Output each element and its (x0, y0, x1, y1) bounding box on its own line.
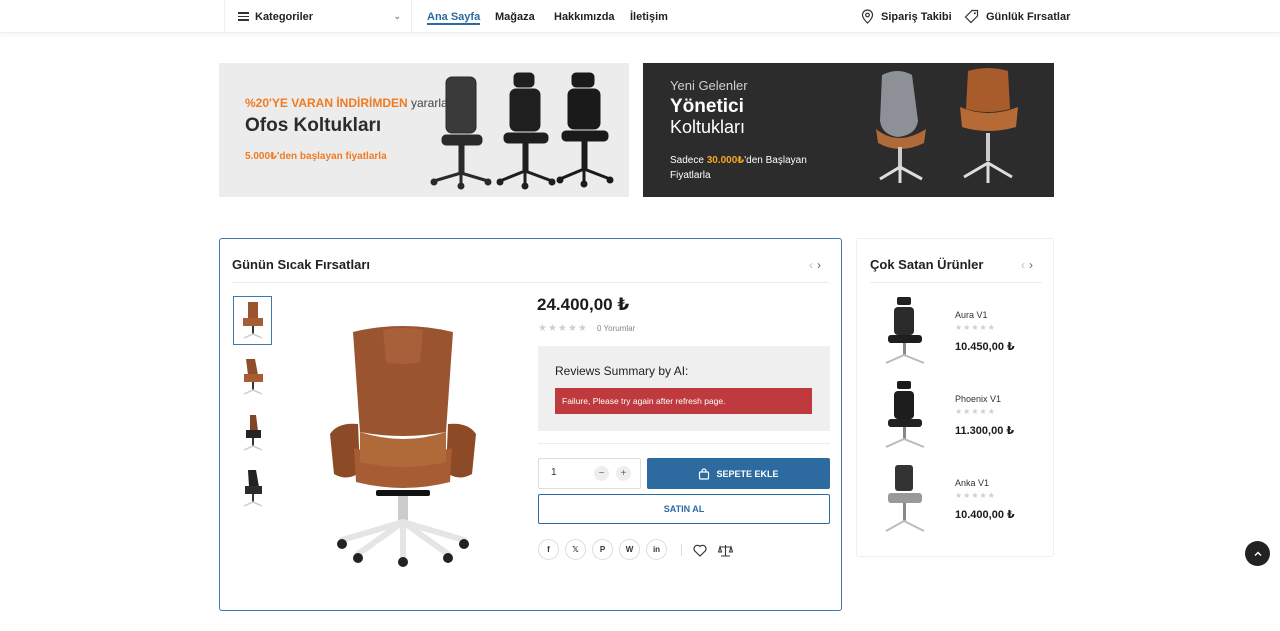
categories-dropdown[interactable]: Kategoriler ⌄ (224, 0, 412, 33)
bestsellers-section: Çok Satan Ürünler ‹› Aura V1 ★★★★★ 10.45… (856, 238, 1054, 557)
product-price: 24.400,00 ₺ (537, 295, 630, 314)
categories-label: Kategoriler (255, 10, 314, 23)
brown-chair-angle-thumbnail-image (243, 358, 263, 395)
carousel-arrows[interactable]: ‹› (1021, 258, 1037, 272)
phoenix-v1-image (885, 381, 925, 448)
daily-deals-label: Günlük Fırsatlar (986, 10, 1071, 23)
ai-summary-title: Reviews Summary by AI: (555, 364, 689, 378)
add-to-cart-label: SEPETE EKLE (716, 468, 779, 479)
banner-eyebrow: Yeni Gelenler (670, 78, 748, 93)
order-tracking-link[interactable]: Sipariş Takibi (861, 0, 952, 33)
divider (538, 443, 830, 444)
product-price: 10.450,00 ₺ (955, 341, 1015, 353)
section-title: Çok Satan Ürünler (870, 257, 984, 272)
product-name[interactable]: Phoenix V1 (955, 394, 1001, 404)
product-name[interactable]: Anka V1 (955, 478, 989, 488)
hot-deals-section: Günün Sıcak Fırsatları ‹› 24.400,00 ₺ ★★… (219, 238, 842, 611)
aura-v1-image (885, 297, 925, 364)
product-price: 10.400,00 ₺ (955, 509, 1015, 521)
price-tag-icon (964, 9, 979, 24)
nav-link-contact[interactable]: İletişim (630, 0, 668, 33)
executive-chairs-banner[interactable]: Yeni Gelenler Yönetici Koltukları Sadece… (643, 63, 1054, 197)
black-chair-thumbnail-image (243, 469, 262, 507)
top-navigation: Kategoriler ⌄ Ana Sayfa Mağaza Hakkımızd… (0, 0, 1280, 33)
review-count[interactable]: 0 Yorumlar (597, 324, 635, 333)
location-pin-icon (861, 9, 874, 24)
product-thumbnail[interactable] (233, 352, 272, 401)
shopping-bag-icon (699, 467, 710, 480)
office-chairs-banner[interactable]: %20'YE VARAN İNDİRİMDEN yararlanın Ofos … (219, 63, 629, 197)
brown-chair-side-thumbnail-image (243, 414, 262, 451)
rating-stars: ★★★★★ (538, 323, 588, 334)
decrease-button[interactable]: − (594, 466, 609, 481)
main-product-image (330, 326, 476, 567)
section-title: Günün Sıcak Fırsatları (232, 257, 370, 272)
ai-error-message: Failure, Please try again after refresh … (555, 388, 812, 414)
arrow-up-icon (1254, 551, 1261, 556)
daily-deals-link[interactable]: Günlük Fırsatlar (964, 0, 1070, 33)
increase-button[interactable]: + (616, 466, 631, 481)
heart-icon[interactable] (693, 544, 707, 557)
nav-link-home[interactable]: Ana Sayfa (427, 0, 481, 33)
linkedin-share-icon[interactable]: in (646, 539, 667, 560)
prev-arrow-icon[interactable]: ‹ (1021, 258, 1029, 272)
quantity-stepper[interactable]: 1 − + (538, 458, 641, 489)
whatsapp-share-icon[interactable]: W (619, 539, 640, 560)
executive-chairs-image (876, 68, 1018, 183)
product-thumbnail[interactable] (233, 296, 272, 345)
x-share-icon[interactable]: 𝕏 (565, 539, 586, 560)
divider (681, 544, 682, 556)
rating-stars: ★★★★★ (955, 323, 996, 332)
office-chairs-image (430, 72, 614, 190)
divider (232, 282, 829, 283)
facebook-share-icon[interactable]: f (538, 539, 559, 560)
quantity-value[interactable]: 1 (551, 467, 557, 478)
prev-arrow-icon[interactable]: ‹ (809, 258, 817, 272)
product-name[interactable]: Aura V1 (955, 310, 988, 320)
rating-stars: ★★★★★ (955, 407, 996, 416)
product-price: 11.300,00 ₺ (955, 425, 1015, 437)
product-thumbnail[interactable] (233, 464, 272, 513)
divider (870, 282, 1042, 283)
banner-title-light: Koltukları (670, 117, 746, 137)
ai-review-summary: Reviews Summary by AI: Failure, Please t… (538, 346, 830, 431)
banner-title-bold: Yönetici (670, 96, 744, 117)
menu-icon (238, 10, 249, 23)
banner-title: Ofos Koltukları (245, 115, 382, 136)
banner-subtitle: 5.000₺'den başlayan fiyatlarla (245, 151, 387, 162)
brown-chair-thumbnail-image (242, 301, 263, 339)
compare-icon[interactable] (718, 544, 733, 557)
next-arrow-icon[interactable]: › (1029, 258, 1037, 272)
next-arrow-icon[interactable]: › (817, 258, 825, 272)
nav-link-store[interactable]: Mağaza (495, 0, 535, 33)
back-to-top-button[interactable] (1245, 541, 1270, 566)
rating-stars: ★★★★★ (955, 491, 996, 500)
nav-link-about[interactable]: Hakkımızda (554, 0, 615, 33)
buy-now-button[interactable]: SATIN AL (538, 494, 830, 524)
order-tracking-label: Sipariş Takibi (881, 10, 952, 23)
add-to-cart-button[interactable]: SEPETE EKLE (647, 458, 830, 489)
pinterest-share-icon[interactable]: P (592, 539, 613, 560)
anka-v1-image (885, 465, 925, 532)
product-thumbnail[interactable] (233, 408, 272, 457)
carousel-arrows[interactable]: ‹› (809, 258, 825, 272)
chevron-down-icon: ⌄ (393, 11, 401, 21)
banner-subtitle: Sadece 30.000₺'den Başlayan Fiyatlarla (670, 155, 807, 181)
